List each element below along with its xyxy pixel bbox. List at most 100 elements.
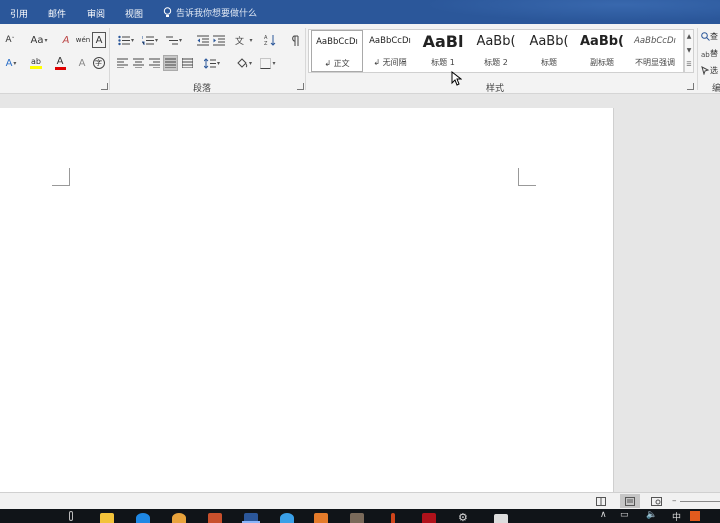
app-icon <box>350 513 364 523</box>
read-mode-icon <box>596 496 606 506</box>
shading-paint-button[interactable]: ▾ <box>233 55 255 71</box>
asian-layout-button[interactable]: 文 ▾ <box>233 32 255 48</box>
font-color-label: A <box>56 55 64 67</box>
taskbar-wps[interactable] <box>308 509 334 523</box>
borders-button[interactable]: ▾ <box>257 55 279 71</box>
text-effects-button[interactable]: A ▾ <box>0 55 22 71</box>
multilevel-list-button[interactable]: ▾ <box>163 32 185 48</box>
folder-icon <box>100 513 114 523</box>
microphone-icon[interactable] <box>69 511 73 521</box>
zoom-out-button[interactable]: – <box>672 496 677 506</box>
character-border-label: A <box>95 34 103 46</box>
align-right-icon <box>148 58 160 68</box>
enclose-characters-button[interactable]: 字 <box>91 55 106 71</box>
increase-indent-button[interactable] <box>212 32 226 48</box>
style-sample: AaBbCcDı <box>369 36 411 46</box>
tell-me-box[interactable]: 告诉我你想要做什么 <box>163 6 257 19</box>
web-layout-button[interactable] <box>648 494 664 508</box>
zoom-slider[interactable] <box>680 501 720 502</box>
replace-button[interactable]: ab 替 <box>701 45 720 61</box>
replace-label: 替 <box>710 48 718 58</box>
justify-button[interactable] <box>163 55 178 71</box>
align-left-button[interactable] <box>115 55 129 71</box>
decrease-indent-button[interactable] <box>196 32 210 48</box>
sort-button[interactable]: AZ <box>263 32 277 48</box>
tray-display-icon[interactable]: ▭ <box>620 510 629 520</box>
numbering-icon <box>141 35 154 45</box>
title-bar-decoration <box>390 0 720 24</box>
taskbar-app-7[interactable] <box>344 509 370 523</box>
gallery-scrollbar[interactable]: ▲ ▼ ☰ <box>684 29 694 73</box>
document-page[interactable] <box>0 108 614 492</box>
show-marks-button[interactable] <box>288 32 302 48</box>
style-sample: AaBbCcDı <box>634 36 676 46</box>
decrease-indent-icon <box>197 35 209 45</box>
highlight-color-bar <box>30 66 42 69</box>
paragraph-mark-icon <box>292 35 299 46</box>
character-border-button[interactable]: A <box>92 32 106 48</box>
ribbon-tab-bar: 引用 邮件 审阅 视图 告诉我你想要做什么 <box>0 0 720 24</box>
margin-corner-mark <box>518 168 536 186</box>
tab-mailings[interactable]: 邮件 <box>48 7 66 20</box>
volume-icon[interactable]: 🔈 <box>646 510 657 520</box>
line-spacing-button[interactable]: ▾ <box>201 55 223 71</box>
print-layout-button[interactable] <box>620 494 640 508</box>
align-right-button[interactable] <box>147 55 161 71</box>
taskbar-word[interactable] <box>238 509 264 523</box>
qq-icon <box>280 513 294 523</box>
bullets-button[interactable]: ▾ <box>115 32 137 48</box>
line-spacing-icon <box>203 57 216 69</box>
app-icon <box>391 513 395 523</box>
taskbar-powerpoint[interactable] <box>202 509 228 523</box>
status-bar: – <box>0 492 720 509</box>
taskbar-file-explorer[interactable] <box>94 509 120 523</box>
shading-button[interactable]: A <box>75 55 89 71</box>
taskbar-app-9[interactable] <box>416 509 442 523</box>
multilevel-list-icon <box>165 36 178 44</box>
highlight-button[interactable]: ab <box>25 55 47 71</box>
taskbar-chrome[interactable] <box>166 509 192 523</box>
align-center-button[interactable] <box>131 55 145 71</box>
style-subtle-emphasis[interactable]: AaBbCcDı 不明显强调 <box>629 30 681 72</box>
style-heading-2[interactable]: AaBb( 标题 2 <box>470 30 522 72</box>
taskbar-qq[interactable] <box>274 509 300 523</box>
find-button[interactable]: 查 <box>701 28 720 44</box>
tab-references[interactable]: 引用 <box>10 7 28 20</box>
input-method-indicator[interactable]: 中 <box>672 510 681 523</box>
style-no-spacing[interactable]: AaBbCcDı ↲ 无间隔 <box>364 30 416 72</box>
tab-review[interactable]: 审阅 <box>87 7 105 20</box>
clear-formatting-button[interactable]: A <box>59 32 73 48</box>
cursor-select-icon <box>701 65 710 75</box>
taskbar-settings[interactable]: ⚙ <box>452 509 478 523</box>
style-heading-1[interactable]: AaBl 标题 1 <box>417 30 469 72</box>
read-mode-button[interactable] <box>593 494 609 508</box>
styles-dialog-launcher[interactable] <box>687 83 694 90</box>
tray-overflow-icon[interactable]: ∧ <box>600 510 607 520</box>
phonetic-guide-button[interactable]: wén <box>75 32 91 48</box>
chrome-icon <box>172 513 186 523</box>
distributed-button[interactable] <box>180 55 194 71</box>
select-button[interactable]: 选 <box>701 62 720 78</box>
asian-layout-icon: 文 <box>235 35 244 46</box>
numbering-button[interactable]: ▾ <box>139 32 161 48</box>
word-icon <box>244 513 258 523</box>
style-name: ↲ 正文 <box>324 59 350 68</box>
style-sample: AaBl <box>422 32 464 51</box>
gallery-down-arrow[interactable]: ▼ <box>685 44 693 58</box>
gallery-more-button[interactable]: ☰ <box>685 58 693 72</box>
style-title[interactable]: AaBb( 标题 <box>523 30 575 72</box>
shrink-font-button[interactable]: Aˇ <box>0 32 20 48</box>
style-normal[interactable]: AaBbCcDı ↲ 正文 <box>311 30 363 72</box>
paragraph-dialog-launcher[interactable] <box>297 83 304 90</box>
taskbar-edge[interactable] <box>130 509 156 523</box>
taskbar-app-11[interactable] <box>488 509 514 523</box>
taskbar-app-8[interactable] <box>380 509 406 523</box>
change-case-button[interactable]: Aa ▾ <box>27 32 51 48</box>
change-case-label: Aa <box>30 34 44 46</box>
tab-view[interactable]: 视图 <box>125 7 143 20</box>
font-dialog-launcher[interactable] <box>101 83 108 90</box>
tray-app-icon[interactable] <box>690 511 700 521</box>
gallery-up-arrow[interactable]: ▲ <box>685 30 693 44</box>
style-subtitle[interactable]: AaBb( 副标题 <box>576 30 628 72</box>
font-color-button[interactable]: A <box>49 55 71 71</box>
